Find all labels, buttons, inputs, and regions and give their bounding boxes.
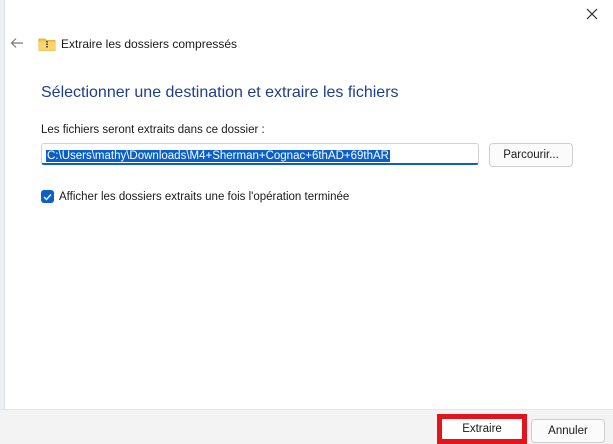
close-icon [586,8,598,20]
show-extracted-checkbox[interactable] [41,190,54,203]
arrow-left-icon [10,38,23,48]
browse-button[interactable]: Parcourir... [489,143,573,167]
close-button[interactable] [581,4,603,24]
back-button[interactable] [8,34,26,52]
destination-path-text: C:\Users\mathy\Downloads\M4+Sherman+Cogn… [46,150,390,162]
extract-wizard-window: Extraire les dossiers compressés Sélecti… [0,0,613,444]
checkmark-icon [43,193,52,201]
background-window-strip [0,0,5,444]
destination-label: Les fichiers seront extraits dans ce dos… [41,124,265,136]
page-heading: Sélectionner une destination et extraire… [41,84,399,101]
show-extracted-option[interactable]: Afficher les dossiers extraits une fois … [41,190,349,203]
cancel-button[interactable]: Annuler [531,419,605,443]
destination-path-input[interactable]: C:\Users\mathy\Downloads\M4+Sherman+Cogn… [41,143,479,165]
window-title: Extraire les dossiers compressés [61,37,238,51]
extract-button[interactable]: Extraire [442,419,522,439]
zip-folder-icon [38,36,56,52]
wizard-titlebar: Extraire les dossiers compressés [38,35,237,53]
show-extracted-label: Afficher les dossiers extraits une fois … [59,190,350,203]
